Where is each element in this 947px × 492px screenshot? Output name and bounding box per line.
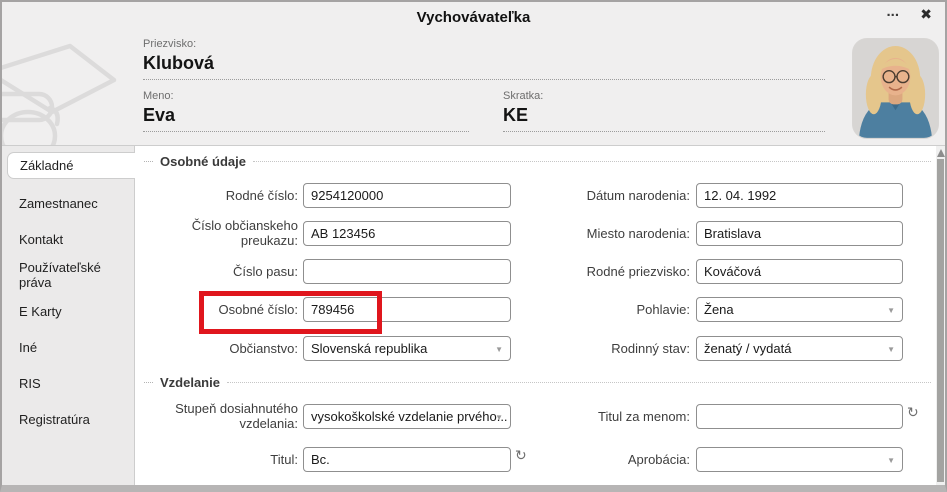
section-personal-title: Osobné údaje	[160, 154, 246, 169]
titul-input[interactable]	[303, 447, 511, 472]
obcianstvo-label: Občianstvo:	[148, 341, 298, 356]
field-pohlavie: Pohlavie: Žena ▼	[527, 294, 903, 324]
surname-field[interactable]: Priezvisko: Klubová	[143, 38, 825, 80]
aprobacia-label: Aprobácia:	[527, 452, 690, 467]
titul-za-menom-label: Titul za menom:	[527, 409, 690, 424]
stupen-vzdelania-label: Stupeň dosiahnutého vzdelania:	[148, 401, 298, 431]
close-icon[interactable]: ✖	[920, 6, 932, 23]
chevron-down-icon: ▼	[887, 456, 895, 465]
graduate-watermark-icon	[2, 32, 132, 150]
datum-narodenia-input[interactable]	[696, 183, 903, 208]
rodne-priezvisko-label: Rodné priezvisko:	[527, 264, 690, 279]
abbreviation-label: Skratka:	[503, 90, 825, 102]
window-title: Vychovávateľka	[2, 2, 945, 26]
scroll-up-icon[interactable]	[937, 149, 945, 157]
firstname-label: Meno:	[143, 90, 469, 102]
stupen-vzdelania-select[interactable]: vysokoškolské vzdelanie prvého...▼	[303, 404, 511, 429]
datum-narodenia-label: Dátum narodenia:	[527, 188, 690, 203]
sidebar-item-zakladne[interactable]: Základné	[7, 152, 135, 179]
firstname-field[interactable]: Meno: Eva	[143, 90, 469, 132]
vertical-scrollbar[interactable]	[936, 146, 945, 485]
section-education-title: Vzdelanie	[160, 375, 220, 390]
rodne-cislo-label: Rodné číslo:	[148, 188, 298, 203]
pohlavie-select[interactable]: Žena ▼	[696, 297, 903, 322]
refresh-icon[interactable]: ↻	[907, 405, 919, 421]
osobne-cislo-input[interactable]	[303, 297, 511, 322]
avatar[interactable]	[852, 38, 939, 139]
form-content: Osobné údaje Rodné číslo: Dátum narodeni…	[135, 146, 945, 485]
pohlavie-label: Pohlavie:	[527, 302, 690, 317]
sidebar-item-pouzivatelske-prava[interactable]: Používateľské práva	[2, 257, 134, 293]
surname-value: Klubová	[143, 53, 825, 74]
section-personal-data: Osobné údaje	[144, 154, 931, 169]
field-titul-za-menom: Titul za menom:	[527, 401, 903, 431]
cislo-pasu-input[interactable]	[303, 259, 511, 284]
rodne-priezvisko-input[interactable]	[696, 259, 903, 284]
main-area: Základné Zamestnanec Kontakt Používateľs…	[2, 145, 945, 485]
sidebar: Základné Zamestnanec Kontakt Používateľs…	[2, 146, 135, 485]
field-miesto-narodenia: Miesto narodenia:	[527, 218, 903, 248]
pohlavie-value: Žena	[704, 302, 734, 317]
sidebar-item-e-karty[interactable]: E Karty	[2, 293, 134, 329]
aprobacia-select[interactable]: ▼	[696, 447, 903, 472]
field-stupen-vzdelania: Stupeň dosiahnutého vzdelania: vysokoško…	[148, 401, 511, 431]
section-education: Vzdelanie	[144, 375, 931, 390]
sidebar-item-kontakt[interactable]: Kontakt	[2, 221, 134, 257]
sidebar-item-ine[interactable]: Iné	[2, 329, 134, 365]
person-dialog: Vychovávateľka ... ✖ Priezvisko: Klubová…	[0, 0, 947, 492]
refresh-icon[interactable]: ↻	[515, 448, 527, 464]
sidebar-item-zamestnanec[interactable]: Zamestnanec	[2, 185, 134, 221]
miesto-narodenia-input[interactable]	[696, 221, 903, 246]
cislo-op-input[interactable]	[303, 221, 511, 246]
field-rodne-priezvisko: Rodné priezvisko:	[527, 256, 903, 286]
chevron-down-icon: ▼	[495, 413, 503, 422]
rodinny-stav-select[interactable]: ženatý / vydatá ▼	[696, 336, 903, 361]
field-osobne-cislo: Osobné číslo:	[148, 294, 511, 324]
rodinny-stav-label: Rodinný stav:	[527, 341, 690, 356]
rodne-cislo-input[interactable]	[303, 183, 511, 208]
scrollbar-thumb[interactable]	[937, 159, 944, 482]
cislo-op-label: Číslo občianskeho preukazu:	[148, 218, 298, 248]
sidebar-item-registratura[interactable]: Registratúra	[2, 401, 134, 437]
sidebar-item-ris[interactable]: RIS	[2, 365, 134, 401]
firstname-value: Eva	[143, 105, 469, 126]
miesto-narodenia-label: Miesto narodenia:	[527, 226, 690, 241]
field-rodne-cislo: Rodné číslo:	[148, 180, 511, 210]
field-aprobacia: Aprobácia: ▼	[527, 444, 903, 474]
field-titul: Titul:	[148, 444, 511, 474]
obcianstvo-select[interactable]: Slovenská republika ▼	[303, 336, 511, 361]
title-bar: Vychovávateľka ... ✖	[2, 2, 945, 28]
abbreviation-value: KE	[503, 105, 825, 126]
abbreviation-field[interactable]: Skratka: KE	[503, 90, 825, 132]
obcianstvo-value: Slovenská republika	[311, 341, 427, 356]
rodinny-stav-value: ženatý / vydatá	[704, 341, 791, 356]
field-rodinny-stav: Rodinný stav: ženatý / vydatá ▼	[527, 333, 903, 363]
cislo-pasu-label: Číslo pasu:	[148, 264, 298, 279]
chevron-down-icon: ▼	[887, 306, 895, 315]
osobne-cislo-label: Osobné číslo:	[148, 302, 298, 317]
surname-label: Priezvisko:	[143, 38, 825, 50]
field-datum-narodenia: Dátum narodenia:	[527, 180, 903, 210]
field-obcianstvo: Občianstvo: Slovenská republika ▼	[148, 333, 511, 363]
field-cislo-pasu: Číslo pasu:	[148, 256, 511, 286]
chevron-down-icon: ▼	[887, 345, 895, 354]
more-options-icon[interactable]: ...	[886, 3, 899, 20]
chevron-down-icon: ▼	[495, 345, 503, 354]
titul-za-menom-input[interactable]	[696, 404, 903, 429]
titul-label: Titul:	[148, 452, 298, 467]
field-cislo-op: Číslo občianskeho preukazu:	[148, 218, 511, 248]
stupen-vzdelania-value: vysokoškolské vzdelanie prvého...	[311, 409, 508, 424]
